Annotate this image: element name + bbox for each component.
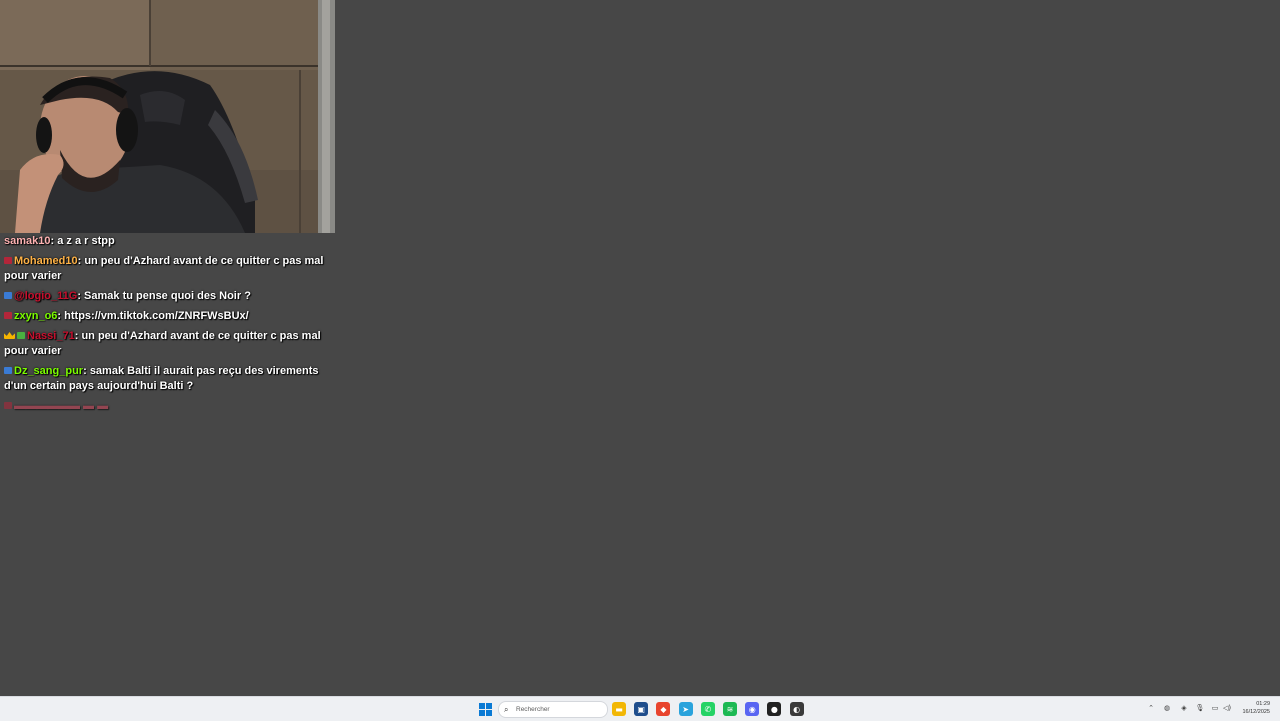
- chat-message: Dz_sang_pur: samak Balti il aurait pas r…: [4, 365, 319, 392]
- chat-message: @logio_11G: Samak tu pense quoi des Noir…: [4, 289, 330, 304]
- volume-icon[interactable]: ◁): [1222, 703, 1232, 713]
- webcam-image: [0, 0, 335, 233]
- chat-overlay: samak10: a z a r stpp Mohamed10: un peu …: [4, 234, 330, 412]
- sub-badge-icon: [4, 312, 12, 319]
- chat-username: @logio_11G: [14, 290, 78, 302]
- tray-app-icon[interactable]: ◍: [1162, 703, 1172, 713]
- crown-badge-icon: [4, 332, 15, 339]
- chat-message: zxyn_o6: https://vm.tiktok.com/ZNRFWsBUx…: [4, 309, 330, 324]
- microphone-icon[interactable]: 🎙︎: [1195, 703, 1205, 713]
- brave-icon[interactable]: ◆: [656, 702, 671, 716]
- clock-date: 16/12/2025: [1242, 709, 1270, 715]
- chat-message: samak10: a z a r stpp: [4, 235, 115, 247]
- windows-taskbar: ⌕ Rechercher ▬ ▣ ◆ ➤ ✆ ≋ ◉ ● ◐ ⌃ ◍ ◈ 🎙︎ ▭ ◁) 01:…: [0, 696, 1280, 721]
- sub-badge-icon: [4, 367, 12, 374]
- windows-logo-icon: [478, 702, 492, 716]
- chat-text: Samak tu pense quoi des Noir ?: [84, 290, 251, 302]
- sub-badge-icon: [17, 332, 25, 339]
- whatsapp-icon[interactable]: ✆: [700, 702, 715, 716]
- chevron-up-icon[interactable]: ⌃: [1146, 703, 1156, 713]
- clock-time: 01:29: [1256, 701, 1270, 707]
- telegram-icon[interactable]: ➤: [678, 702, 693, 716]
- start-button[interactable]: [478, 702, 492, 716]
- chat-username: Mohamed10: [14, 255, 78, 267]
- search-icon: ⌕: [504, 705, 509, 714]
- search-placeholder: Rechercher: [516, 706, 550, 713]
- app-icon-red-dot[interactable]: ●: [767, 702, 782, 716]
- chat-message-partial: ▬▬▬▬▬▬ ▬ ▬: [4, 399, 330, 412]
- taskbar-search[interactable]: ⌕ Rechercher: [498, 701, 608, 718]
- sub-badge-icon: [4, 402, 12, 409]
- store-icon[interactable]: ▣: [634, 702, 649, 716]
- chat-username: Nassi_71: [27, 330, 75, 342]
- spotify-icon[interactable]: ≋: [723, 702, 737, 716]
- sub-badge-icon: [4, 292, 12, 299]
- display-icon[interactable]: ▭: [1210, 703, 1220, 713]
- tray-app-icon[interactable]: ◈: [1179, 703, 1189, 713]
- chat-message: Nassi_71: un peu d'Azhard avant de ce qu…: [4, 330, 321, 357]
- webcam-feed: [0, 0, 335, 233]
- chat-text: a z a r stpp: [57, 235, 115, 247]
- taskbar-clock[interactable]: 01:29 16/12/2025: [1242, 700, 1270, 716]
- chat-message: Mohamed10: un peu d'Azhard avant de ce q…: [4, 255, 324, 282]
- obs-icon[interactable]: ◐: [789, 702, 804, 716]
- discord-icon[interactable]: ◉: [745, 702, 760, 716]
- chat-username: samak10: [4, 235, 51, 247]
- chat-text: https://vm.tiktok.com/ZNRFWsBUx/: [64, 310, 249, 322]
- chat-username: zxyn_o6: [14, 310, 58, 322]
- file-explorer-icon[interactable]: ▬: [612, 702, 626, 716]
- chat-username: Dz_sang_pur: [14, 365, 84, 377]
- sub-badge-icon: [4, 257, 12, 264]
